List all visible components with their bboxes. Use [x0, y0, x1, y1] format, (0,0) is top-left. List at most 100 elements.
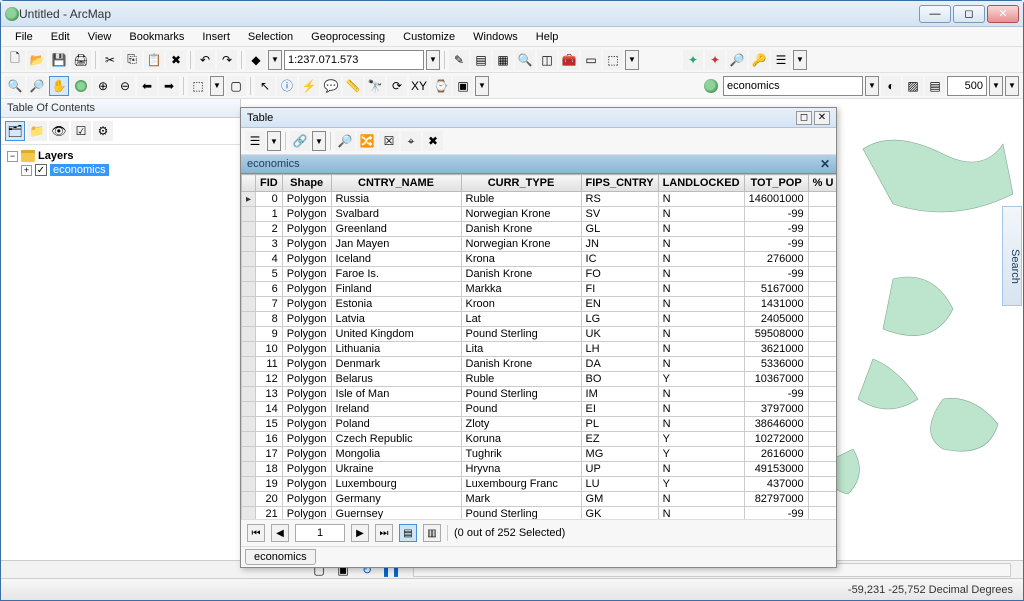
cell[interactable]: Germany [331, 492, 461, 507]
table-row[interactable]: 4PolygonIcelandKronaICN276000 [242, 252, 837, 267]
menu-help[interactable]: Help [528, 29, 567, 45]
cell[interactable]: Tughrik [461, 447, 581, 462]
cell[interactable] [808, 357, 836, 372]
cell[interactable] [808, 492, 836, 507]
cell[interactable]: Svalbard [331, 207, 461, 222]
cell[interactable] [808, 192, 836, 207]
measure-icon[interactable]: 📏 [343, 76, 363, 96]
cell[interactable]: Koruna [461, 432, 581, 447]
layer-item-economics[interactable]: + ✓ economics [21, 163, 234, 177]
row-selector[interactable] [242, 267, 256, 282]
flicker-dropdown[interactable]: ▼ [989, 76, 1003, 96]
cell[interactable]: 5336000 [744, 357, 808, 372]
cell[interactable]: Polygon [282, 207, 331, 222]
cell[interactable]: IM [581, 387, 658, 402]
cell[interactable]: Guernsey [331, 507, 461, 520]
select-by-attributes-icon[interactable]: 🔎 [335, 131, 355, 151]
cell[interactable]: BO [581, 372, 658, 387]
python-window-icon[interactable]: ▭ [581, 50, 601, 70]
model-builder-icon[interactable]: ⬚ [603, 50, 623, 70]
cell[interactable]: 12 [256, 372, 283, 387]
cell[interactable]: Polygon [282, 342, 331, 357]
cell[interactable]: Kroon [461, 297, 581, 312]
table-row[interactable]: 3PolygonJan MayenNorwegian KroneJNN-99 [242, 237, 837, 252]
cell[interactable]: N [658, 357, 744, 372]
search-window-icon[interactable]: 🔍 [515, 50, 535, 70]
toolbar-overflow-2[interactable]: ▼ [793, 50, 807, 70]
new-button[interactable]: 🗋 [5, 50, 25, 70]
col-curr-type[interactable]: CURR_TYPE [461, 175, 581, 192]
cell[interactable]: N [658, 297, 744, 312]
close-button[interactable]: ✕ [987, 5, 1019, 23]
cell[interactable]: SV [581, 207, 658, 222]
cell[interactable]: N [658, 462, 744, 477]
cell[interactable]: Luxembourg Franc [461, 477, 581, 492]
cell[interactable]: Russia [331, 192, 461, 207]
cell[interactable]: Polygon [282, 507, 331, 520]
row-selector[interactable] [242, 402, 256, 417]
nav-record-input[interactable] [295, 524, 345, 542]
cell[interactable]: Czech Republic [331, 432, 461, 447]
cell[interactable]: Isle of Man [331, 387, 461, 402]
cell[interactable]: Markka [461, 282, 581, 297]
cell[interactable]: Polygon [282, 312, 331, 327]
cell[interactable]: 4 [256, 252, 283, 267]
cell[interactable]: Y [658, 372, 744, 387]
cell[interactable]: 17 [256, 447, 283, 462]
cell[interactable]: N [658, 492, 744, 507]
cell[interactable]: Lita [461, 342, 581, 357]
row-selector[interactable] [242, 282, 256, 297]
table-row[interactable]: 5PolygonFaroe Is.Danish KroneFON-99 [242, 267, 837, 282]
cell[interactable]: LG [581, 312, 658, 327]
row-selector[interactable] [242, 252, 256, 267]
cell[interactable]: 1431000 [744, 297, 808, 312]
tools-overflow-2[interactable]: ▼ [1005, 76, 1019, 96]
cell[interactable]: UP [581, 462, 658, 477]
zoom-in-icon[interactable]: 🔍 [5, 76, 25, 96]
redo-button[interactable]: ↷ [217, 50, 237, 70]
table-row[interactable]: 16PolygonCzech RepublicKorunaEZY10272000 [242, 432, 837, 447]
menu-geoprocessing[interactable]: Geoprocessing [303, 29, 393, 45]
row-selector[interactable] [242, 462, 256, 477]
cell[interactable]: Ruble [461, 372, 581, 387]
scale-dropdown[interactable]: ▼ [426, 50, 440, 70]
table-row[interactable]: 20PolygonGermanyMarkGMN82797000 [242, 492, 837, 507]
table-of-contents-icon[interactable]: ▤ [471, 50, 491, 70]
cell[interactable] [808, 297, 836, 312]
cell[interactable]: Poland [331, 417, 461, 432]
cut-button[interactable]: ✂ [100, 50, 120, 70]
cell[interactable]: 16 [256, 432, 283, 447]
row-selector[interactable] [242, 387, 256, 402]
cell[interactable]: 2616000 [744, 447, 808, 462]
cell[interactable]: 10367000 [744, 372, 808, 387]
cell[interactable]: 5 [256, 267, 283, 282]
show-selected-records-icon[interactable]: ▥ [423, 524, 441, 542]
table-row[interactable]: 0PolygonRussiaRubleRSN146001000 [242, 192, 837, 207]
cell[interactable] [808, 462, 836, 477]
cell[interactable]: Denmark [331, 357, 461, 372]
cell[interactable]: Y [658, 477, 744, 492]
clear-selection-icon[interactable]: ☒ [379, 131, 399, 151]
cell[interactable]: 146001000 [744, 192, 808, 207]
cell[interactable]: Ireland [331, 402, 461, 417]
forward-extent-icon[interactable]: ➡ [159, 76, 179, 96]
related-tables-icon[interactable]: 🔗 [290, 131, 310, 151]
cell[interactable]: 7 [256, 297, 283, 312]
list-by-source-icon[interactable]: 📁 [27, 121, 47, 141]
table-row[interactable]: 12PolygonBelarusRubleBOY10367000 [242, 372, 837, 387]
cell[interactable]: Faroe Is. [331, 267, 461, 282]
cell[interactable]: Polygon [282, 357, 331, 372]
flicker-rate-input[interactable] [947, 76, 987, 96]
cell[interactable] [808, 417, 836, 432]
cell[interactable]: LU [581, 477, 658, 492]
cell[interactable]: 20 [256, 492, 283, 507]
find-icon[interactable]: 🔎 [727, 50, 747, 70]
cell[interactable]: 49153000 [744, 462, 808, 477]
scale-input[interactable] [284, 50, 424, 70]
cell[interactable]: 3 [256, 237, 283, 252]
cell[interactable]: 6 [256, 282, 283, 297]
cell[interactable]: N [658, 192, 744, 207]
table-row[interactable]: 11PolygonDenmarkDanish KroneDAN5336000 [242, 357, 837, 372]
go-to-xy-icon[interactable]: XY [409, 76, 429, 96]
zoom-selected-icon[interactable]: ⌖ [401, 131, 421, 151]
